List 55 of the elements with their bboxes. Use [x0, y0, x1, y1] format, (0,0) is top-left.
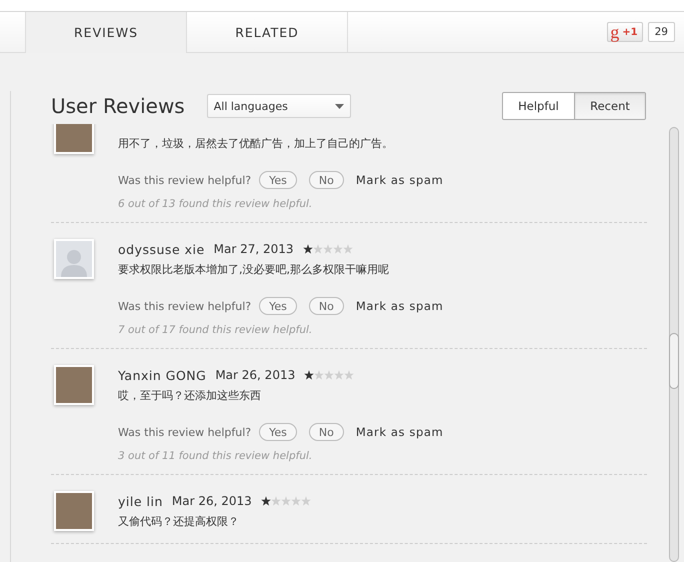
reviewer-name: yile lin [118, 494, 163, 508]
sort-button[interactable]: Recent [574, 93, 645, 119]
yes-button[interactable]: Yes [259, 297, 297, 315]
review-text: 又偷代码？还提高权限？ [118, 514, 240, 530]
review-text: 用不了，垃圾，居然去了优酷广告，加上了自己的广告。 [118, 136, 394, 152]
mark-as-spam-link[interactable]: Mark as spam [356, 173, 444, 187]
no-button[interactable]: No [308, 297, 344, 315]
helpful-prompt: Was this review helpful? [118, 174, 252, 186]
yes-button[interactable]: Yes [259, 423, 297, 441]
avatar-photo-placeholder [54, 124, 94, 154]
sort-button[interactable]: Helpful [503, 93, 574, 119]
star-icon [322, 244, 333, 254]
tab[interactable]: REVIEWS [25, 12, 186, 53]
star-icon [324, 370, 334, 380]
person-silhouette-icon [60, 247, 88, 277]
star-icon [342, 244, 353, 254]
review-text: 要求权限比老版本增加了,没必要吧,那么多权限干嘛用呢 [118, 262, 390, 278]
star-icon [344, 370, 354, 380]
star-icon [280, 496, 291, 506]
star-icon [270, 496, 281, 506]
avatar-photo-placeholder [54, 365, 94, 405]
no-button[interactable]: No [308, 171, 344, 189]
helpful-summary: 3 out of 11 found this review helpful. [118, 450, 314, 462]
scrollbar-thumb[interactable] [669, 333, 679, 389]
star-icon [332, 244, 343, 254]
star-icon [314, 370, 324, 380]
mark-as-spam-link[interactable]: Mark as spam [356, 425, 444, 439]
helpful-prompt: Was this review helpful? [118, 426, 252, 438]
caret-icon [334, 104, 344, 108]
mark-as-spam-link[interactable]: Mark as spam [356, 299, 444, 313]
g-logo: g [610, 24, 620, 40]
star-icon [302, 244, 313, 254]
review-date: Mar 26, 2013 [172, 494, 252, 508]
helpful-prompt: Was this review helpful? [118, 300, 252, 312]
section-title: User Reviews [51, 94, 185, 118]
star-icon [290, 496, 301, 506]
yes-button[interactable]: Yes [259, 171, 297, 189]
star-icon [304, 370, 314, 380]
plus-one-count: 29 [648, 22, 675, 42]
review-text: 哎，至于吗？还添加这些东西 [118, 388, 262, 404]
scrollbar[interactable] [669, 127, 679, 562]
star-icon [334, 370, 344, 380]
star-icon [300, 496, 311, 506]
review-date: Mar 27, 2013 [214, 242, 294, 256]
language-dropdown[interactable]: All languages [206, 94, 351, 118]
tab[interactable]: RELATED [186, 12, 348, 52]
star-icon [312, 244, 323, 254]
helpful-summary: 6 out of 13 found this review helpful. [118, 198, 314, 210]
star-icon [260, 496, 271, 506]
reviewer-name: Yanxin GONG [118, 368, 206, 382]
reviewer-name: odyssuse xie [118, 242, 205, 256]
no-button[interactable]: No [308, 423, 344, 441]
avatar-photo-placeholder [54, 491, 94, 531]
review-date: Mar 26, 2013 [215, 368, 296, 382]
helpful-summary: 7 out of 17 found this review helpful. [118, 324, 314, 336]
